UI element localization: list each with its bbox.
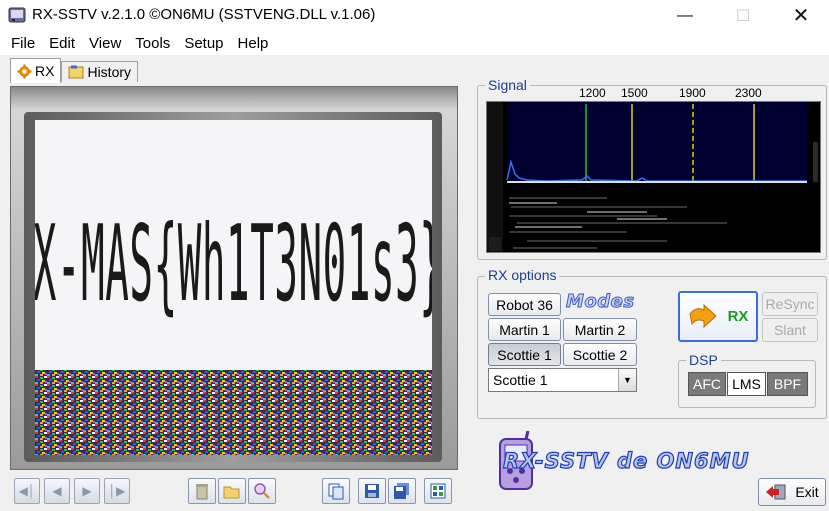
- close-icon[interactable]: ✕: [778, 0, 824, 31]
- open-button[interactable]: [218, 478, 246, 504]
- next-icon: ▶: [82, 484, 92, 498]
- waterfall-graph: [487, 102, 818, 252]
- menu-help[interactable]: Help: [231, 35, 276, 52]
- spectrum-display: [486, 101, 821, 253]
- maximize-icon: ☐: [735, 7, 751, 25]
- tab-rx-label: RX: [35, 63, 55, 79]
- freq-label-1200: 1200: [579, 86, 606, 100]
- menu-setup[interactable]: Setup: [177, 35, 230, 52]
- last-image-button[interactable]: │▶: [104, 478, 130, 504]
- tab-history-label: History: [87, 64, 132, 80]
- slant-button: Slant: [762, 318, 818, 342]
- app-icon: [8, 7, 26, 23]
- trash-icon: [196, 484, 208, 500]
- previous-icon: ◀: [52, 484, 62, 498]
- mode-scottie2-button[interactable]: Scottie 2: [563, 343, 637, 366]
- rx-button-label: RX: [727, 308, 749, 325]
- mode-select-value: Scottie 1: [493, 372, 548, 388]
- title-bar: RX-SSTV v.2.1.0 ©ON6MU (SSTVENG.DLL v.1.…: [0, 0, 829, 31]
- signal-title: Signal: [485, 77, 530, 93]
- received-image: X-MAS{Wh1T3N01s3}: [35, 120, 432, 455]
- menu-bar: File Edit View Tools Setup Help: [0, 31, 829, 55]
- zoom-button[interactable]: [248, 478, 276, 504]
- tab-rx[interactable]: RX: [10, 58, 62, 83]
- copy-icon: [328, 483, 344, 500]
- zoom-icon: [254, 483, 270, 499]
- gallery-button[interactable]: [424, 478, 452, 504]
- rx-options-title: RX options: [485, 267, 560, 283]
- last-icon: │▶: [108, 484, 126, 498]
- exit-icon: [766, 484, 786, 500]
- menu-view[interactable]: View: [82, 35, 128, 52]
- first-icon: ◀│: [18, 484, 36, 498]
- save-as-button[interactable]: [388, 478, 416, 504]
- exit-label: Exit: [795, 484, 819, 500]
- mode-martin1-button[interactable]: Martin 1: [488, 318, 561, 341]
- freq-label-1900: 1900: [679, 86, 706, 100]
- lms-toggle[interactable]: LMS: [727, 372, 766, 396]
- save-icon: [365, 484, 379, 498]
- window-title: RX-SSTV v.2.1.0 ©ON6MU (SSTVENG.DLL v.1.…: [32, 6, 376, 23]
- previous-image-button[interactable]: ◀: [44, 478, 70, 504]
- exit-button[interactable]: Exit: [758, 478, 826, 506]
- logo-text: RX-SSTV de ON6MU: [502, 448, 750, 473]
- rx-button[interactable]: RX: [678, 291, 758, 342]
- copy-button[interactable]: [322, 478, 350, 504]
- first-image-button[interactable]: ◀│: [14, 478, 40, 504]
- save-button[interactable]: [358, 478, 386, 504]
- tab-history[interactable]: History: [61, 61, 139, 82]
- mode-robot36-button[interactable]: Robot 36: [488, 293, 561, 316]
- menu-edit[interactable]: Edit: [42, 35, 82, 52]
- history-icon: [68, 65, 84, 79]
- mode-martin2-button[interactable]: Martin 2: [563, 318, 637, 341]
- rx-arrow-icon: [689, 303, 717, 328]
- mode-select[interactable]: Scottie 1 ▼: [488, 368, 637, 392]
- resync-button: ReSync: [762, 292, 818, 316]
- menu-file[interactable]: File: [4, 35, 42, 52]
- afc-toggle[interactable]: AFC: [688, 372, 726, 396]
- decoded-picture: X-MAS{Wh1T3N01s3}: [35, 120, 432, 455]
- mode-scottie1-button[interactable]: Scottie 1: [488, 343, 561, 366]
- dsp-title: DSP: [686, 352, 721, 368]
- bpf-toggle[interactable]: BPF: [767, 372, 808, 396]
- modes-label: Modes: [566, 291, 635, 313]
- minimize-icon[interactable]: —: [662, 0, 708, 31]
- menu-tools[interactable]: Tools: [128, 35, 177, 52]
- freq-label-1500: 1500: [621, 86, 648, 100]
- save-as-icon: [394, 483, 409, 499]
- chevron-down-icon[interactable]: ▼: [618, 369, 636, 391]
- decoded-text: X-MAS{Wh1T3N01s3}: [35, 202, 432, 325]
- delete-button[interactable]: [188, 478, 216, 504]
- open-folder-icon: [223, 486, 240, 499]
- gallery-icon: [430, 483, 446, 499]
- tab-strip: RX History: [10, 58, 139, 83]
- gear-icon: [17, 63, 32, 79]
- freq-label-2300: 2300: [735, 86, 762, 100]
- next-image-button[interactable]: ▶: [74, 478, 100, 504]
